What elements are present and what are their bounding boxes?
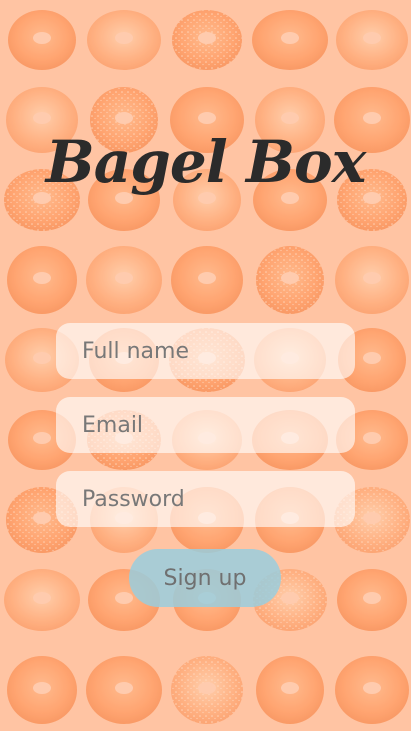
app-title: Bagel Box [45,128,367,196]
bagel-icon [86,246,162,314]
password-field[interactable] [56,471,355,527]
bagel-icon [336,10,408,70]
bagel-icon [171,246,243,314]
email-field[interactable] [56,397,355,453]
bagel-icon [7,656,77,724]
bagel-icon [252,10,328,70]
bagel-icon [335,246,409,314]
bagel-icon [172,10,242,70]
email-input[interactable] [82,397,355,453]
bagel-icon [256,246,324,314]
bagel-icon [337,569,407,631]
bagel-icon [171,656,243,724]
bagel-icon [256,656,324,724]
full-name-field[interactable] [56,323,355,379]
full-name-input[interactable] [82,323,355,379]
bagel-icon [87,10,161,70]
bagel-icon [4,569,80,631]
bagel-icon [86,656,162,724]
password-input[interactable] [82,471,355,527]
bagel-icon [8,10,76,70]
bagel-icon [7,246,77,314]
bagel-icon [335,656,409,724]
sign-up-button[interactable]: Sign up [129,549,281,607]
